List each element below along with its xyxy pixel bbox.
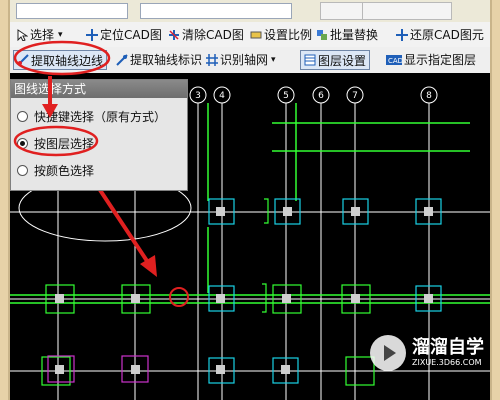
- scale-icon: [250, 29, 262, 41]
- radio-button[interactable]: [17, 138, 28, 149]
- batch-replace-button[interactable]: 批量替换: [316, 25, 378, 44]
- column-core: [283, 207, 292, 216]
- layer-settings-button[interactable]: 图层设置: [300, 50, 371, 70]
- show-layer-label: 显示指定图层: [404, 53, 477, 67]
- clear-cad-label: 清除CAD图: [182, 28, 244, 42]
- extract-axis-mark-label: 提取轴线标识: [130, 53, 203, 67]
- locate-icon: [86, 28, 98, 41]
- layer-icon: [304, 54, 316, 66]
- locate-cad-button[interactable]: 定位CAD图: [86, 25, 162, 44]
- top-button-1[interactable]: [320, 2, 366, 20]
- chevron-down-icon: ▾: [58, 29, 63, 40]
- column-core: [424, 294, 433, 303]
- locate-cad-label: 定位CAD图: [100, 28, 162, 42]
- restore-cad-label: 还原CAD图元: [410, 28, 484, 42]
- layer-settings-label: 图层设置: [318, 53, 367, 68]
- bracket-green: [264, 198, 269, 224]
- recognize-grid-button[interactable]: 识别轴网 ▾: [206, 50, 276, 69]
- top-button-2[interactable]: [362, 2, 452, 20]
- option-layer-select[interactable]: 按图层选择: [17, 135, 94, 152]
- column-core: [216, 207, 225, 216]
- column-core: [281, 365, 290, 374]
- select-button[interactable]: 选择 ▾: [16, 25, 63, 44]
- axis-label: 8: [426, 91, 432, 101]
- column-core: [55, 365, 64, 374]
- clear-icon: [168, 29, 180, 41]
- recognize-grid-icon: [206, 53, 218, 66]
- watermark-title: 溜溜自学: [412, 337, 484, 358]
- set-scale-label: 设置比例: [264, 28, 313, 42]
- top-strip: [10, 0, 490, 23]
- axis-label: 6: [318, 91, 324, 101]
- column-core: [216, 294, 225, 303]
- extract-mark-icon: [116, 53, 128, 66]
- radio-button[interactable]: [17, 165, 28, 176]
- cursor-icon: [16, 28, 29, 42]
- recognize-grid-label: 识别轴网: [220, 53, 269, 67]
- toolbar: 选择 ▾ 定位CAD图 清除CAD图 设置比例 批量替换 还原CAD图元: [10, 22, 490, 48]
- axis-label: 7: [352, 91, 358, 101]
- line-selection-panel: 图线选择方式 快捷键选择（原有方式） 按图层选择 按颜色选择: [10, 79, 188, 191]
- show-layer-button[interactable]: CAD 显示指定图层: [386, 50, 476, 69]
- column-core: [131, 365, 140, 374]
- watermark-url: ZIXUE.3D66.COM: [412, 358, 482, 367]
- option-label: 按图层选择: [34, 137, 95, 151]
- batch-replace-label: 批量替换: [330, 28, 379, 42]
- red-arrow: [98, 188, 157, 277]
- option-label: 快捷键选择（原有方式）: [34, 110, 167, 124]
- column-core: [351, 294, 360, 303]
- bracket-green: [262, 283, 267, 313]
- top-field-1[interactable]: [16, 3, 128, 19]
- extract-axis-icon: [17, 54, 29, 66]
- radio-button[interactable]: [17, 111, 28, 122]
- column-core: [216, 365, 225, 374]
- top-field-2[interactable]: [140, 3, 292, 19]
- extract-axis-mark-button[interactable]: 提取轴线标识: [116, 50, 202, 69]
- chevron-down-icon: ▾: [271, 54, 276, 65]
- column-core: [424, 207, 433, 216]
- column-core: [351, 207, 360, 216]
- column-core: [131, 294, 140, 303]
- restore-cad-button[interactable]: 还原CAD图元: [396, 25, 484, 44]
- set-scale-button[interactable]: 设置比例: [250, 25, 312, 44]
- select-label: 选择: [30, 28, 55, 42]
- watermark: 溜溜自学 ZIXUE.3D66.COM: [370, 333, 490, 373]
- play-logo-icon: [370, 335, 406, 371]
- toolbar-secondary: 提取轴线边线 提取轴线标识 识别轴网 ▾ 图层设置 CAD 显示指定图层: [10, 47, 490, 74]
- axis-label: 3: [195, 91, 201, 101]
- option-color-select[interactable]: 按颜色选择: [17, 162, 94, 179]
- restore-icon: [396, 28, 408, 41]
- panel-title: 图线选择方式: [11, 80, 187, 98]
- extract-axis-edge-button[interactable]: 提取轴线边线: [13, 50, 108, 70]
- column-core: [55, 294, 64, 303]
- column-core: [282, 294, 291, 303]
- cad-layer-icon: CAD: [386, 54, 403, 66]
- replace-icon: [316, 29, 328, 41]
- svg-text:CAD: CAD: [388, 57, 402, 65]
- extract-axis-edge-label: 提取轴线边线: [31, 53, 104, 68]
- option-label: 按颜色选择: [34, 164, 95, 178]
- axis-label: 5: [283, 91, 289, 101]
- option-shortcut-select[interactable]: 快捷键选择（原有方式）: [17, 108, 166, 125]
- axis-label: 4: [219, 91, 225, 101]
- app-window: 选择 ▾ 定位CAD图 清除CAD图 设置比例 批量替换 还原CAD图元 提取轴…: [10, 0, 490, 400]
- clear-cad-button[interactable]: 清除CAD图: [168, 25, 244, 44]
